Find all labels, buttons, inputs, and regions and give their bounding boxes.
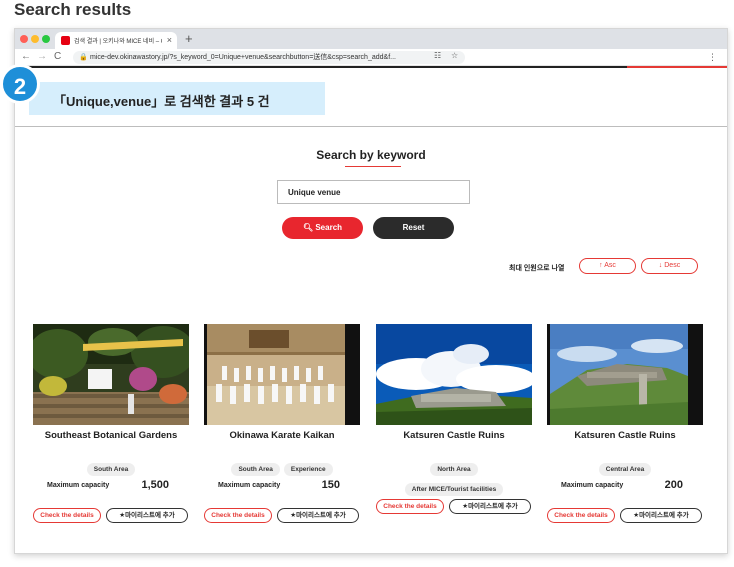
minimize-window-button[interactable] xyxy=(31,35,39,43)
reset-button[interactable]: Reset xyxy=(373,217,454,239)
sort-asc-label: Asc xyxy=(604,262,616,269)
area-tag: North Area xyxy=(430,463,478,476)
capacity-value: 1,500 xyxy=(141,479,169,491)
category-tag: Experience xyxy=(283,463,333,476)
check-details-button[interactable]: Check the details xyxy=(547,508,615,523)
tab-close-icon[interactable]: × xyxy=(167,34,172,46)
area-tag: South Area xyxy=(231,463,280,476)
search-button-label: Search xyxy=(315,223,343,232)
favicon-icon xyxy=(61,36,70,45)
venue-card: Katsuren Castle Ruins Central Area Maxim… xyxy=(547,324,703,529)
venue-name: Katsuren Castle Ruins xyxy=(574,430,676,441)
venue-tags: North Area xyxy=(376,458,532,476)
venue-name: Okinawa Karate Kaikan xyxy=(229,430,335,441)
venue-tags: South Area xyxy=(33,458,189,476)
add-to-mylist-button[interactable]: ★마이리스트에 추가 xyxy=(449,499,531,514)
translate-icon[interactable]: ☷ xyxy=(434,50,441,61)
sort-desc-button[interactable]: ↓ Desc xyxy=(641,258,698,274)
maximize-window-button[interactable] xyxy=(42,35,50,43)
reload-icon[interactable]: C xyxy=(54,50,61,64)
capacity-label: Maximum capacity xyxy=(47,482,110,489)
capacity-value: 200 xyxy=(664,479,683,491)
tab-bar: 검색 결과 | 오키나와 MICE 네비 – O × + xyxy=(15,29,727,49)
capacity-label: Maximum capacity xyxy=(218,482,281,489)
result-banner: 「Unique,venue」로 검색한 결과 5 건 xyxy=(29,82,325,115)
venue-card: Okinawa Karate Kaikan South Area Experien… xyxy=(204,324,360,529)
venue-photo-botanical[interactable] xyxy=(33,324,189,425)
sort-desc-label: Desc xyxy=(664,262,681,269)
check-details-button[interactable]: Check the details xyxy=(33,508,101,523)
browser-window: 검색 결과 | 오키나와 MICE 네비 – O × + ← → C 🔒 mic… xyxy=(14,28,728,554)
category-tag: After MICE/Tourist facilities xyxy=(404,483,504,496)
venue-name: Southeast Botanical Gardens xyxy=(44,430,178,441)
result-count-text: 「Unique,venue」로 검색한 결과 5 건 xyxy=(53,94,270,109)
search-title: Search by keyword xyxy=(316,148,426,162)
sort-asc-button[interactable]: ↑ Asc xyxy=(579,258,636,274)
browser-tab[interactable]: 검색 결과 | 오키나와 MICE 네비 – O × xyxy=(55,32,177,49)
close-window-button[interactable] xyxy=(20,35,28,43)
lock-icon: 🔒 xyxy=(79,54,88,61)
keyword-input[interactable] xyxy=(277,180,470,204)
venue-tags: Central Area xyxy=(547,458,703,476)
forward-icon[interactable]: → xyxy=(37,50,47,64)
sort-label: 최대 인원으로 나열 xyxy=(509,265,565,272)
venue-photo-karate[interactable] xyxy=(204,324,360,425)
add-to-mylist-button[interactable]: ★마이리스트에 추가 xyxy=(106,508,188,523)
venue-tags: South Area Experience xyxy=(204,458,360,476)
new-tab-button[interactable]: + xyxy=(185,30,193,47)
venue-tags-row-2: After MICE/Tourist facilities xyxy=(376,478,532,496)
url-text: mice-dev.okinawastory.jp/?s_keyword_0=Un… xyxy=(90,54,396,61)
back-icon[interactable]: ← xyxy=(21,50,31,64)
divider xyxy=(15,126,727,127)
header-accent-line xyxy=(627,66,727,68)
arrow-down-icon: ↓ xyxy=(658,262,663,269)
area-tag: South Area xyxy=(86,463,136,476)
venue-card: Southeast Botanical Gardens South Area M… xyxy=(33,324,189,529)
address-bar: ← → C 🔒 mice-dev.okinawastory.jp/?s_keyw… xyxy=(15,49,727,66)
tab-title: 검색 결과 | 오키나와 MICE 네비 – O xyxy=(74,39,162,45)
add-to-mylist-button[interactable]: ★마이리스트에 추가 xyxy=(277,508,359,523)
url-field[interactable]: 🔒 mice-dev.okinawastory.jp/?s_keyword_0=… xyxy=(73,51,465,64)
add-to-mylist-button[interactable]: ★마이리스트에 추가 xyxy=(620,508,702,523)
venue-photo-katsuren-1[interactable] xyxy=(376,324,532,425)
capacity-value: 150 xyxy=(321,479,340,491)
capacity-label: Maximum capacity xyxy=(561,482,624,489)
header-line xyxy=(15,66,727,68)
venue-card: Katsuren Castle Ruins North Area After M… xyxy=(376,324,532,529)
page-heading: Search results xyxy=(14,0,132,19)
check-details-button[interactable]: Check the details xyxy=(376,499,444,514)
venue-name: Katsuren Castle Ruins xyxy=(403,430,505,441)
browser-menu-icon[interactable]: ⋮ xyxy=(708,51,717,63)
bookmark-star-icon[interactable]: ☆ xyxy=(451,50,458,61)
area-tag: Central Area xyxy=(598,463,652,476)
check-details-button[interactable]: Check the details xyxy=(204,508,272,523)
venue-photo-katsuren-2[interactable] xyxy=(547,324,703,425)
search-icon: 🔍︎ xyxy=(302,223,314,232)
arrow-up-icon: ↑ xyxy=(599,262,603,269)
search-button[interactable]: 🔍︎ Search xyxy=(282,217,363,239)
search-title-underline xyxy=(345,166,401,167)
step-number-badge: 2 xyxy=(0,64,40,104)
